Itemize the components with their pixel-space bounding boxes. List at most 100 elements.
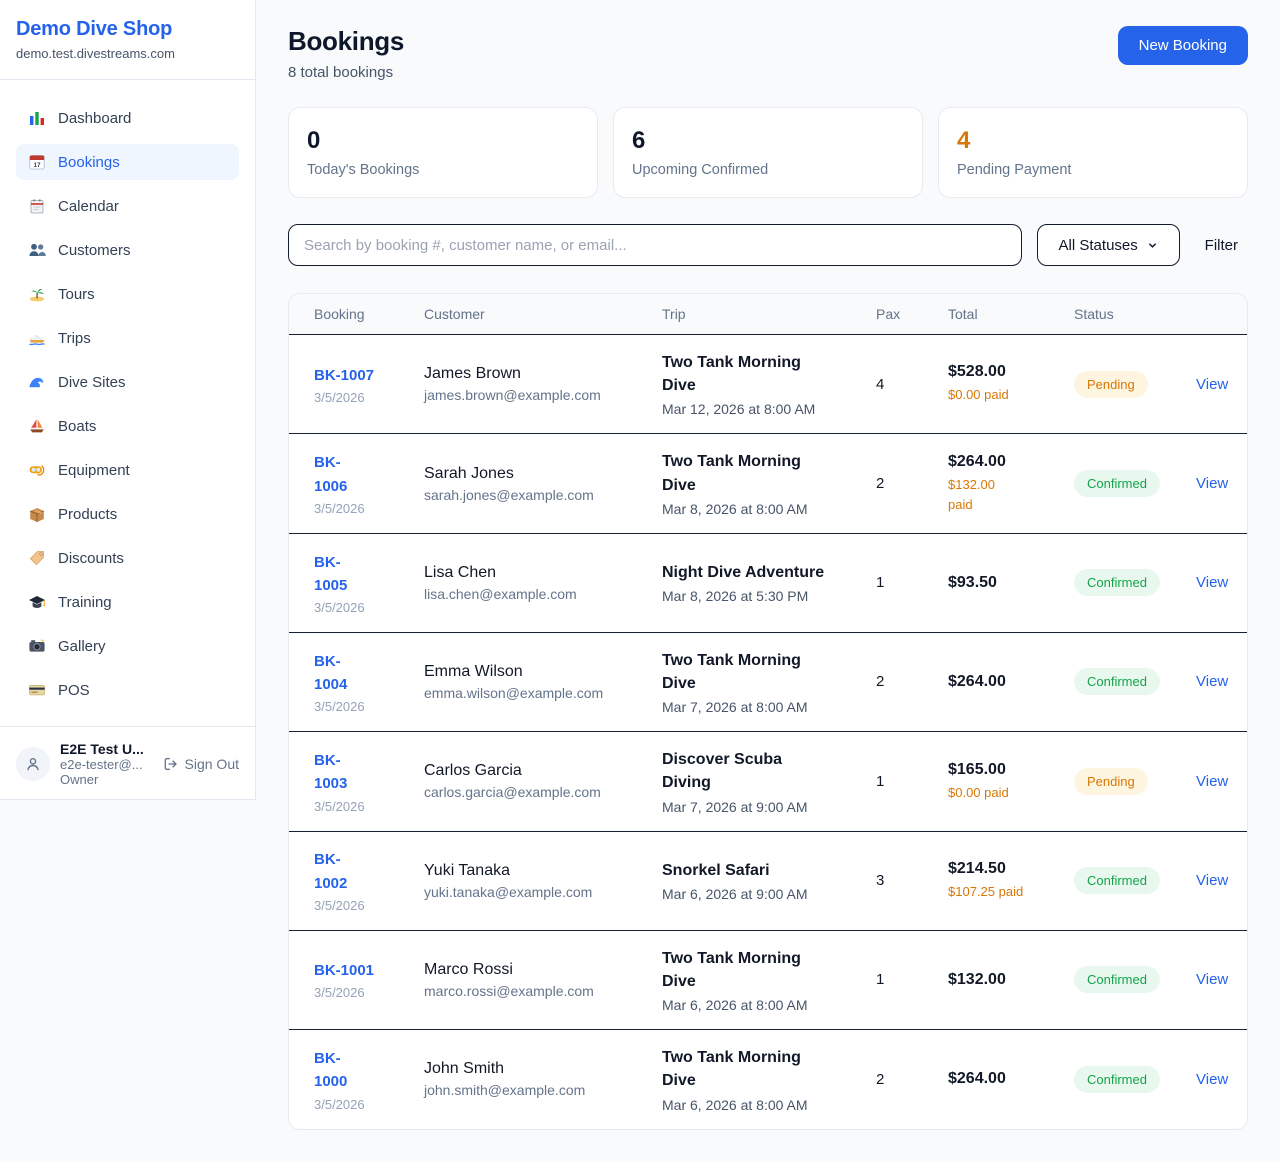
- view-link[interactable]: View: [1196, 475, 1228, 492]
- sidebar-item-gallery[interactable]: Gallery: [16, 628, 239, 664]
- stat-card-pending-payment: 4Pending Payment: [938, 107, 1248, 198]
- bookings-table: BookingCustomerTripPaxTotalStatus BK-100…: [288, 293, 1248, 1130]
- sidebar-item-label: Boats: [58, 418, 96, 435]
- sidebar-item-boats[interactable]: Boats: [16, 408, 239, 444]
- view-link[interactable]: View: [1196, 971, 1228, 988]
- sidebar-item-customers[interactable]: Customers: [16, 232, 239, 268]
- sidebar-item-label: Bookings: [58, 154, 120, 171]
- customer-name: Lisa Chen: [424, 564, 638, 582]
- status-cell: Confirmed: [1062, 553, 1184, 612]
- person-icon: [24, 755, 42, 773]
- booking-date: 3/5/2026: [314, 898, 400, 913]
- stat-card-today-s-bookings: 0Today's Bookings: [288, 107, 598, 198]
- table-header-row: BookingCustomerTripPaxTotalStatus: [289, 294, 1247, 335]
- sidebar-item-label: Products: [58, 506, 117, 523]
- sidebar-item-bookings[interactable]: 17 Bookings: [16, 144, 239, 180]
- stat-label: Today's Bookings: [307, 162, 579, 178]
- trip-cell: Night Dive AdventureMar 8, 2026 at 5:30 …: [650, 545, 864, 620]
- sidebar-item-pos[interactable]: POS: [16, 672, 239, 708]
- booking-cell: BK- 1002 3/5/2026: [289, 832, 412, 929]
- user-role: Owner: [60, 772, 153, 787]
- view-link[interactable]: View: [1196, 673, 1228, 690]
- status-cell: Pending: [1062, 752, 1184, 811]
- view-link[interactable]: View: [1196, 872, 1228, 889]
- column-header-total: Total: [936, 294, 1062, 334]
- search-input[interactable]: [288, 224, 1022, 266]
- customer-email: yuki.tanaka@example.com: [424, 884, 638, 900]
- customer-email: lisa.chen@example.com: [424, 586, 638, 602]
- booking-id-link[interactable]: BK- 1006: [314, 451, 347, 498]
- sidebar-item-dive-sites[interactable]: Dive Sites: [16, 364, 239, 400]
- sidebar-item-label: Training: [58, 594, 112, 611]
- paid-amount: $0.00 paid: [948, 385, 1050, 405]
- new-booking-button[interactable]: New Booking: [1118, 26, 1248, 65]
- action-cell: View: [1184, 757, 1247, 806]
- trip-datetime: Mar 7, 2026 at 9:00 AM: [662, 799, 852, 815]
- camera-icon: [28, 637, 46, 655]
- trip-datetime: Mar 6, 2026 at 8:00 AM: [662, 1097, 852, 1113]
- sidebar-item-tours[interactable]: Tours: [16, 276, 239, 312]
- sidebar-item-discounts[interactable]: Discounts: [16, 540, 239, 576]
- view-link[interactable]: View: [1196, 574, 1228, 591]
- booking-date: 3/5/2026: [314, 799, 400, 814]
- customer-cell: Marco Rossimarco.rossi@example.com: [412, 945, 650, 1015]
- total-amount: $264.00: [948, 1070, 1050, 1088]
- action-cell: View: [1184, 856, 1247, 905]
- customer-name: Carlos Garcia: [424, 762, 638, 780]
- booking-id-link[interactable]: BK-1007: [314, 364, 374, 387]
- booking-cell: BK- 10053/5/2026: [289, 535, 412, 632]
- sidebar-item-trips[interactable]: Trips: [16, 320, 239, 356]
- booking-id-link[interactable]: BK- 1003: [314, 749, 347, 796]
- total-amount: $264.00: [948, 673, 1050, 691]
- table-row: BK- 10003/5/2026John Smithjohn.smith@exa…: [289, 1030, 1247, 1129]
- sidebar-item-products[interactable]: Products: [16, 496, 239, 532]
- shop-name: Demo Dive Shop: [16, 18, 239, 41]
- customer-email: marco.rossi@example.com: [424, 983, 638, 999]
- shop-domain: demo.test.divestreams.com: [16, 46, 239, 61]
- filter-button[interactable]: Filter: [1195, 237, 1248, 254]
- pax-cell: 2: [864, 459, 936, 508]
- wave-icon: [28, 373, 46, 391]
- customer-cell: James Brownjames.brown@example.com: [412, 349, 650, 419]
- sidebar-item-equipment[interactable]: Equipment: [16, 452, 239, 488]
- table-row: BK-10013/5/2026Marco Rossimarco.rossi@ex…: [289, 931, 1247, 1030]
- paid-amount: $0.00 paid: [948, 783, 1050, 803]
- booking-id-link[interactable]: BK- 1000: [314, 1047, 347, 1094]
- page-title: Bookings: [288, 26, 404, 57]
- customer-name: Yuki Tanaka: [424, 862, 638, 880]
- booking-id-link[interactable]: BK-1001: [314, 959, 374, 982]
- status-badge: Confirmed: [1074, 867, 1160, 894]
- table-row: BK-10073/5/2026James Brownjames.brown@ex…: [289, 335, 1247, 434]
- stat-label: Upcoming Confirmed: [632, 162, 904, 178]
- booking-date: 3/5/2026: [314, 1097, 400, 1112]
- svg-text:17: 17: [33, 162, 41, 169]
- table-body: BK-1007 3/5/2026 James Brownjames.brown@ex…: [289, 335, 1247, 1129]
- booking-date: 3/5/2026: [314, 501, 400, 516]
- island-icon: [28, 285, 46, 303]
- trip-cell: Two Tank Morning DiveMar 12, 2026 at 8:0…: [650, 335, 864, 433]
- sidebar-header: Demo Dive Shop demo.test.divestreams.com: [0, 0, 255, 80]
- sidebar-item-label: Customers: [58, 242, 131, 259]
- package-icon: [28, 505, 46, 523]
- pax-cell: 1: [864, 558, 936, 607]
- table-row: BK- 10043/5/2026Emma Wilsonemma.wilson@e…: [289, 633, 1247, 732]
- customer-cell: Emma Wilsonemma.wilson@example.com: [412, 647, 650, 717]
- booking-id-link[interactable]: BK- 1004: [314, 650, 347, 697]
- sidebar-item-calendar[interactable]: Calendar: [16, 188, 239, 224]
- view-link[interactable]: View: [1196, 376, 1228, 393]
- total-cell: $264.00: [936, 657, 1062, 707]
- trip-cell: Discover Scuba DivingMar 7, 2026 at 9:00…: [650, 732, 864, 830]
- view-link[interactable]: View: [1196, 1071, 1228, 1088]
- booking-id-link[interactable]: BK- 1005: [314, 551, 347, 598]
- sidebar-item-training[interactable]: Training: [16, 584, 239, 620]
- status-filter-select[interactable]: All Statuses: [1037, 224, 1180, 266]
- booking-id-link[interactable]: BK- 1002: [314, 848, 347, 895]
- stat-value: 6: [632, 127, 904, 155]
- sign-out-button[interactable]: Sign Out: [163, 756, 239, 772]
- sidebar: Demo Dive Shop demo.test.divestreams.com…: [0, 0, 256, 800]
- sidebar-item-dashboard[interactable]: Dashboard: [16, 100, 239, 136]
- view-link[interactable]: View: [1196, 773, 1228, 790]
- total-amount: $528.00: [948, 363, 1050, 381]
- customer-name: Sarah Jones: [424, 465, 638, 483]
- sidebar-item-label: Dive Sites: [58, 374, 126, 391]
